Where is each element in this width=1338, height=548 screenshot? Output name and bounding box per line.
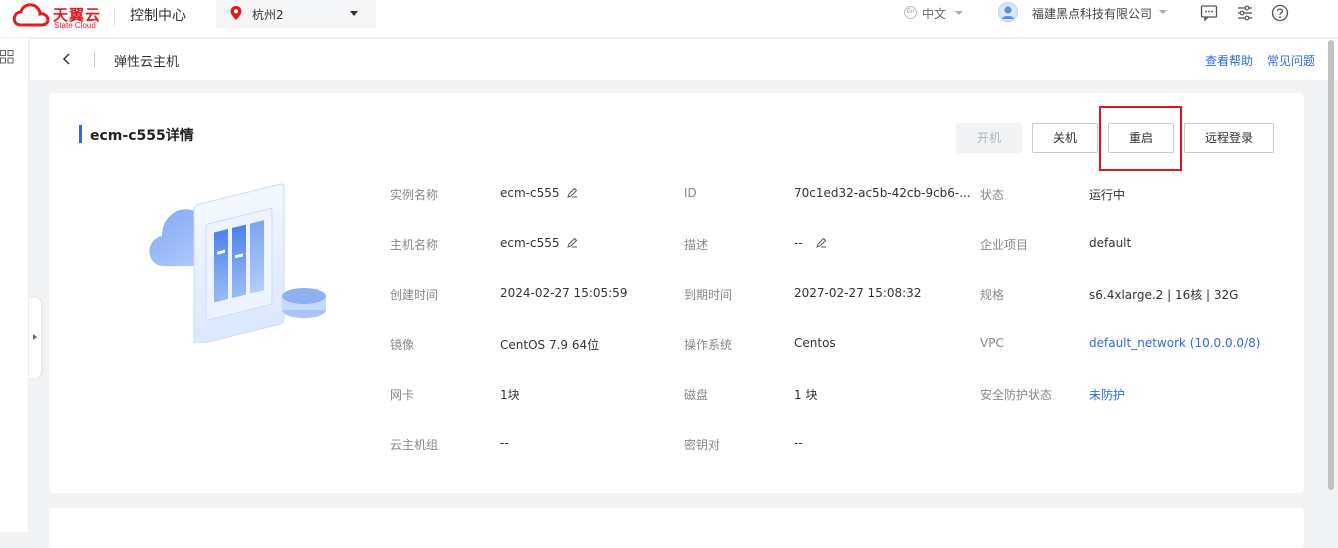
top-bar: 天翼云 State Cloud 控制中心 杭州2 En 中文 福建黑点科技有限公… <box>0 0 1338 38</box>
edit-icon[interactable] <box>567 187 578 198</box>
back-arrow-icon[interactable] <box>62 52 72 66</box>
divider <box>114 8 115 26</box>
security-status-link[interactable]: 未防护 <box>1089 386 1125 403</box>
nic-value: 1块 <box>500 388 520 402</box>
project-label: 企业项目 <box>980 238 1029 252</box>
help-icon[interactable] <box>1271 4 1289 22</box>
security-status-label: 安全防护状态 <box>980 388 1053 402</box>
start-button[interactable]: 开机 <box>956 123 1022 153</box>
expire-time-label: 到期时间 <box>684 288 733 302</box>
edit-icon[interactable] <box>567 237 578 248</box>
message-icon[interactable] <box>1200 4 1218 22</box>
created-time-value: 2024-02-27 15:05:59 <box>500 286 628 300</box>
vpc-label: VPC <box>980 336 1004 350</box>
page-scrollbar[interactable] <box>1328 40 1334 490</box>
language-icon: En <box>904 6 917 19</box>
server-illustration-icon <box>149 183 326 343</box>
card-title: ecm-c555详情 <box>90 128 194 144</box>
nic-label: 网卡 <box>390 388 415 402</box>
tianyi-cloud-logo[interactable]: 天翼云 State Cloud <box>12 3 102 33</box>
region-select[interactable]: 杭州2 <box>216 0 376 28</box>
caret-down-icon <box>1159 10 1167 14</box>
console-title[interactable]: 控制中心 <box>130 5 186 25</box>
host-group-label: 云主机组 <box>390 438 439 452</box>
location-pin-icon <box>230 6 242 20</box>
language-select[interactable]: 中文 <box>922 5 946 22</box>
status-value: 运行中 <box>1089 188 1126 202</box>
account-name[interactable]: 福建黑点科技有限公司 <box>1032 5 1152 22</box>
description-label: 描述 <box>684 238 709 252</box>
id-label: ID <box>684 186 697 200</box>
divider <box>94 51 95 67</box>
id-value: 70c1ed32-ac5b-42cb-9cb6-... <box>794 186 971 200</box>
description-value: -- <box>794 236 803 250</box>
left-nav-rail <box>0 38 29 532</box>
restart-button[interactable]: 重启 <box>1108 123 1174 153</box>
vpc-link[interactable]: default_network (10.0.0.0/8) <box>1089 336 1260 350</box>
logo-subtext: State Cloud <box>54 21 96 30</box>
image-label: 镜像 <box>390 338 415 352</box>
host-name-label: 主机名称 <box>390 238 439 252</box>
page-header: 弹性云主机 查看帮助 常见问题 <box>30 39 1338 80</box>
remote-login-button[interactable]: 远程登录 <box>1184 123 1274 153</box>
created-time-label: 创建时间 <box>390 288 439 302</box>
page-title: 弹性云主机 <box>114 55 180 70</box>
project-value: default <box>1089 236 1132 250</box>
instance-name-label: 实例名称 <box>390 188 439 202</box>
faq-link[interactable]: 常见问题 <box>1267 52 1315 69</box>
image-value: CentOS 7.9 64位 <box>500 338 600 352</box>
secondary-card <box>49 508 1304 548</box>
os-label: 操作系统 <box>684 338 733 352</box>
settings-icon[interactable] <box>1236 4 1254 22</box>
host-name-value: ecm-c555 <box>500 236 560 250</box>
instance-name-value: ecm-c555 <box>500 186 560 200</box>
keypair-value: -- <box>794 436 803 450</box>
user-avatar-icon <box>1002 6 1014 19</box>
instance-detail-card: ecm-c555详情 开机 关机 重启 远程登录 实例名称 ecm-c555 I… <box>49 93 1304 493</box>
expire-time-value: 2027-02-27 15:08:32 <box>794 286 922 300</box>
cloud-logo-icon <box>12 3 50 27</box>
spec-label: 规格 <box>980 288 1005 302</box>
sidebar-expand-handle[interactable] <box>29 298 41 378</box>
edit-icon[interactable] <box>816 237 827 248</box>
apps-grid-icon[interactable] <box>0 50 14 64</box>
status-label: 状态 <box>980 188 1005 202</box>
region-label: 杭州2 <box>252 8 284 22</box>
keypair-label: 密钥对 <box>684 438 721 452</box>
disk-value: 1 块 <box>794 388 818 402</box>
caret-down-icon <box>350 11 358 16</box>
chevron-right-icon <box>33 334 37 340</box>
avatar[interactable] <box>998 2 1018 22</box>
os-value: Centos <box>794 336 836 350</box>
disk-label: 磁盘 <box>684 388 709 402</box>
shutdown-button[interactable]: 关机 <box>1032 123 1098 153</box>
caret-down-icon <box>955 11 963 15</box>
help-link[interactable]: 查看帮助 <box>1205 52 1253 69</box>
title-accent-bar <box>79 125 82 143</box>
host-group-value: -- <box>500 436 509 450</box>
spec-value: s6.4xlarge.2 | 16核 | 32G <box>1089 288 1239 302</box>
